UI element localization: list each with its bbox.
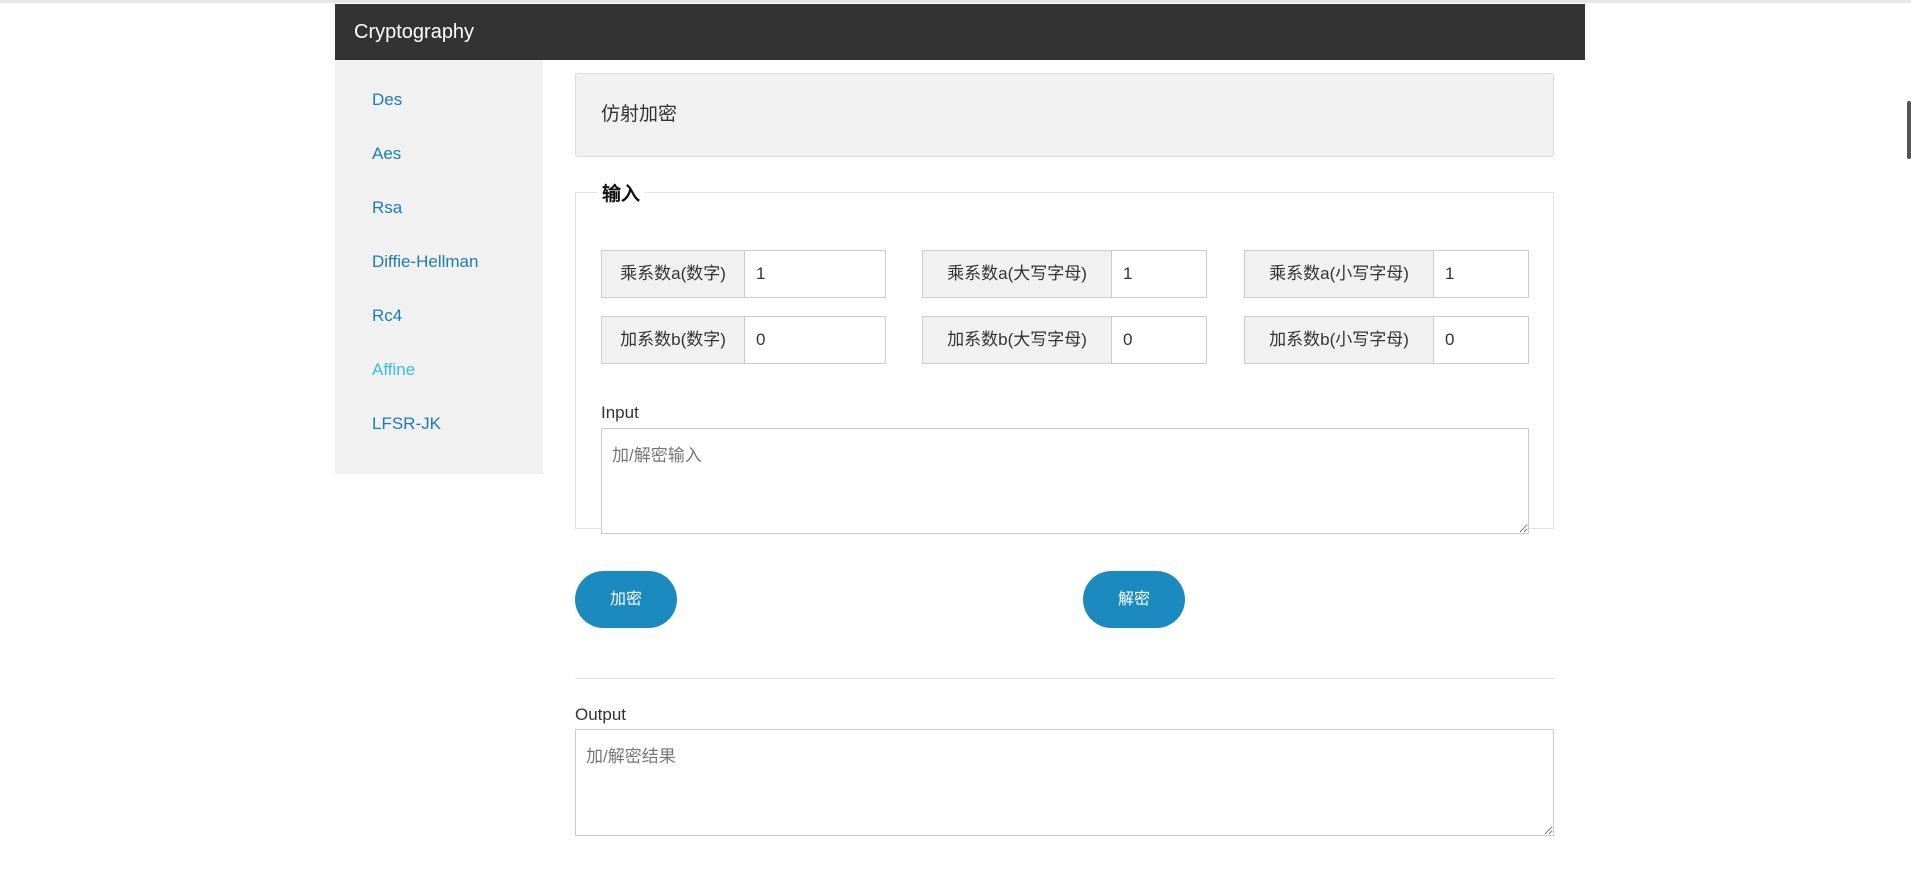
page-title: 仿射加密	[575, 73, 1554, 157]
fieldset-legend: 输入	[602, 184, 641, 205]
sidebar-item-diffie-hellman[interactable]: Diffie-Hellman	[335, 235, 543, 289]
sidebar-item-aes[interactable]: Aes	[335, 127, 543, 181]
a-lower-group: 乘系数a(小写字母)	[1244, 250, 1529, 298]
sidebar-item-affine[interactable]: Affine	[335, 343, 543, 397]
divider	[575, 678, 1554, 679]
sidebar: Des Aes Rsa Diffie-Hellman Rc4 Affine LF…	[335, 60, 543, 474]
sidebar-item-rc4[interactable]: Rc4	[335, 289, 543, 343]
b-lower-label: 加系数b(小写字母)	[1244, 316, 1433, 364]
a-upper-label: 乘系数a(大写字母)	[922, 250, 1111, 298]
output-label: Output	[575, 705, 627, 724]
input-label: Input	[601, 403, 639, 422]
b-upper-input[interactable]	[1111, 316, 1207, 364]
b-upper-label: 加系数b(大写字母)	[922, 316, 1111, 364]
output-textarea[interactable]	[575, 729, 1554, 836]
scrollbar-thumb[interactable]	[1907, 101, 1911, 159]
addend-row: 加系数b(数字) 加系数b(大写字母) 加系数b(小写字母)	[601, 316, 1529, 364]
decrypt-button[interactable]: 解密	[1083, 571, 1185, 628]
input-fieldset: 输入 乘系数a(数字) 乘系数a(大写字母) 乘系数a(小写字母) 加系数b(数…	[575, 179, 1554, 534]
navbar-brand[interactable]: Cryptography	[354, 21, 474, 43]
input-textarea[interactable]	[601, 428, 1529, 534]
main-content: 仿射加密 输入 乘系数a(数字) 乘系数a(大写字母) 乘系数a(小写字母) 加…	[575, 73, 1554, 836]
a-digit-label: 乘系数a(数字)	[601, 250, 744, 298]
sidebar-item-lfsr-jk[interactable]: LFSR-JK	[335, 397, 543, 451]
a-digit-group: 乘系数a(数字)	[601, 250, 886, 298]
sidebar-item-des[interactable]: Des	[335, 73, 543, 127]
a-digit-input[interactable]	[744, 250, 886, 298]
a-upper-group: 乘系数a(大写字母)	[922, 250, 1207, 298]
b-digit-group: 加系数b(数字)	[601, 316, 886, 364]
encrypt-button[interactable]: 加密	[575, 571, 677, 628]
b-digit-label: 加系数b(数字)	[601, 316, 744, 364]
b-digit-input[interactable]	[744, 316, 886, 364]
sidebar-item-rsa[interactable]: Rsa	[335, 181, 543, 235]
b-lower-input[interactable]	[1433, 316, 1529, 364]
a-upper-input[interactable]	[1111, 250, 1207, 298]
a-lower-label: 乘系数a(小写字母)	[1244, 250, 1433, 298]
a-lower-input[interactable]	[1433, 250, 1529, 298]
b-lower-group: 加系数b(小写字母)	[1244, 316, 1529, 364]
b-upper-group: 加系数b(大写字母)	[922, 316, 1207, 364]
multiplier-row: 乘系数a(数字) 乘系数a(大写字母) 乘系数a(小写字母)	[601, 250, 1529, 298]
navbar: Cryptography	[335, 4, 1585, 60]
